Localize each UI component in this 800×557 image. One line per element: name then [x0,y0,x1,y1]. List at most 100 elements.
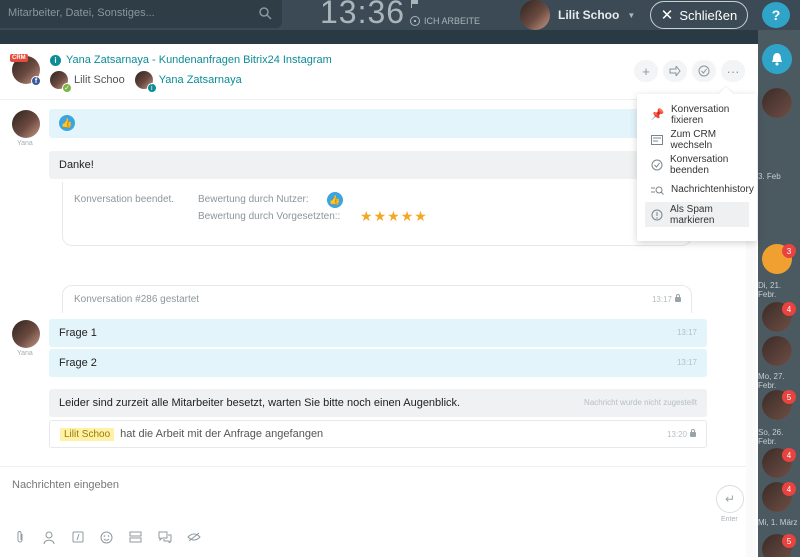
recent-chat-date: Mo, 27. Febr. [758,372,785,390]
check-circle-icon [698,65,710,77]
message-bubble: 👍 [49,109,707,138]
member-name[interactable]: Lilit Schoo [74,74,125,86]
spam-icon [651,209,663,221]
unread-badge: 4 [782,302,796,316]
unread-badge: 4 [782,482,796,496]
star-icon[interactable]: ★ [401,208,415,224]
help-button[interactable]: ? [762,2,790,28]
rating-stars[interactable]: ★★★★★ [360,208,428,225]
user-tag[interactable]: Lilit Schoo [60,428,115,441]
menu-item-crm[interactable]: Zum CRM wechseln [637,127,757,152]
work-status-label: ICH ARBEITE [424,16,481,26]
time-text: 13:20 [666,430,687,439]
message-text: Frage 2 [59,357,97,369]
chat-panel: CRM f i Yana Zatsarnaya - Kundenanfragen… [0,44,758,557]
forward-button[interactable] [663,60,687,82]
chat-header: CRM f i Yana Zatsarnaya - Kundenanfragen… [0,44,758,100]
menu-item-label: Als Spam markieren [670,203,715,226]
message-input-area: ↵ Enter [0,466,746,557]
menu-item-history[interactable]: Nachrichtenhistory [637,177,757,202]
member-avatar[interactable]: i [134,71,157,93]
sender-avatar[interactable] [12,320,40,348]
close-icon: ✕ [660,7,674,24]
menu-item-label: Konversation beenden [670,153,729,176]
paperclip-icon[interactable] [10,529,29,545]
star-icon[interactable]: ★ [360,208,374,224]
delivery-status: Nachricht wurde nicht zugestellt [584,398,697,407]
user-menu[interactable]: Lilit Schoo ▼ [520,0,635,30]
hide-icon[interactable] [184,529,203,545]
menu-item-label: Nachrichtenhistory [671,184,754,195]
agent-action-text: hat die Arbeit mit der Anfrage angefange… [120,428,324,440]
avatar [520,0,550,30]
info-icon: i [50,54,61,66]
like-icon: 👍 [327,192,343,208]
user-name: Lilit Schoo [558,8,620,22]
send-button[interactable]: ↵ [716,485,744,513]
crm-tag: CRM [10,54,28,62]
plus-icon: + [642,63,650,79]
recent-chat-item[interactable] [762,88,792,118]
add-user-button[interactable]: + [634,60,658,82]
more-button[interactable]: ··· [721,60,745,82]
info-icon: i [146,83,157,93]
recent-chat-date: 3. Feb [758,172,781,181]
pin-icon: 📌 [650,109,665,121]
unread-badge: 5 [782,534,796,548]
sender-avatar[interactable] [12,110,40,138]
rating-supervisor-label: Bewertung durch Vorgesetzten:: [198,211,341,222]
star-icon[interactable]: ★ [387,208,401,224]
recent-chat-item[interactable] [762,336,792,366]
unread-badge: 5 [782,390,796,404]
conversation-started-box: Konversation #286 gestartet 13:17 [62,285,692,313]
conversation-ended-box: Konversation beendet. Bewertung durch Nu… [62,182,692,246]
user-icon[interactable] [39,529,58,545]
search-box [0,0,282,28]
chevron-down-icon: ▼ [627,10,636,20]
star-icon[interactable]: ★ [414,208,428,224]
clock: 13:36 [320,0,406,30]
message-bubble: Frage 2 13:17 [49,349,707,377]
recent-chats-strip: 3. Feb 3 Di, 21. Febr. 4 Mo, 27. Febr. 5… [758,30,800,557]
check-circle-icon [651,159,663,171]
unread-badge: 4 [782,448,796,462]
star-icon[interactable]: ★ [374,208,388,224]
member-name[interactable]: Yana Zatsarnaya [159,74,242,86]
message-input[interactable] [12,475,692,495]
rating-user-label: Bewertung durch Nutzer: [198,194,309,205]
menu-item-spam[interactable]: Als Spam markieren [645,202,749,227]
close-button[interactable]: ✕ Schließen [650,1,748,29]
stop-icon [410,16,420,26]
message-text: Frage 1 [59,327,97,339]
chat-bubbles-icon[interactable] [155,529,174,545]
search-icon[interactable] [258,6,272,20]
menu-item-pin[interactable]: 📌 Konversation fixieren [637,102,757,127]
menu-item-finish[interactable]: Konversation beenden [637,152,757,177]
lock-icon [675,294,681,303]
work-status[interactable]: ICH ARBEITE [410,16,480,26]
enter-icon: ↵ [724,492,736,506]
smiley-icon[interactable] [97,529,116,545]
flag-icon [411,0,418,8]
form-icon[interactable] [126,529,145,545]
quick-answer-icon[interactable] [68,529,87,545]
message-time: 13:20 [666,429,696,439]
sender-name: Yana [17,140,33,147]
message-bubble: Leider sind zurzeit alle Mitarbeiter bes… [49,389,707,417]
started-label: Konversation #286 gestartet [74,294,200,305]
chat-title[interactable]: i Yana Zatsarnaya - Kundenanfragen Bitri… [50,54,332,66]
unread-badge: 3 [782,244,796,258]
header-actions: + ··· [634,60,745,82]
bell-icon[interactable] [762,44,792,74]
sender-name: Yana [17,350,33,357]
lock-icon [690,429,696,438]
recent-chat-date: So, 26. Febr. [758,428,784,446]
chat-members: ✓ Lilit Schoo i Yana Zatsarnaya [50,71,242,93]
member-avatar[interactable]: ✓ [50,71,72,93]
message-bubble: Danke! [49,151,707,179]
ended-label: Konversation beendet. [74,194,175,205]
search-input[interactable] [8,7,258,19]
finish-button[interactable] [692,60,716,82]
top-bar: 13:36 ICH ARBEITE Lilit Schoo ▼ ✕ Schlie… [0,0,800,30]
message-text: Leider sind zurzeit alle Mitarbeiter bes… [59,397,461,409]
